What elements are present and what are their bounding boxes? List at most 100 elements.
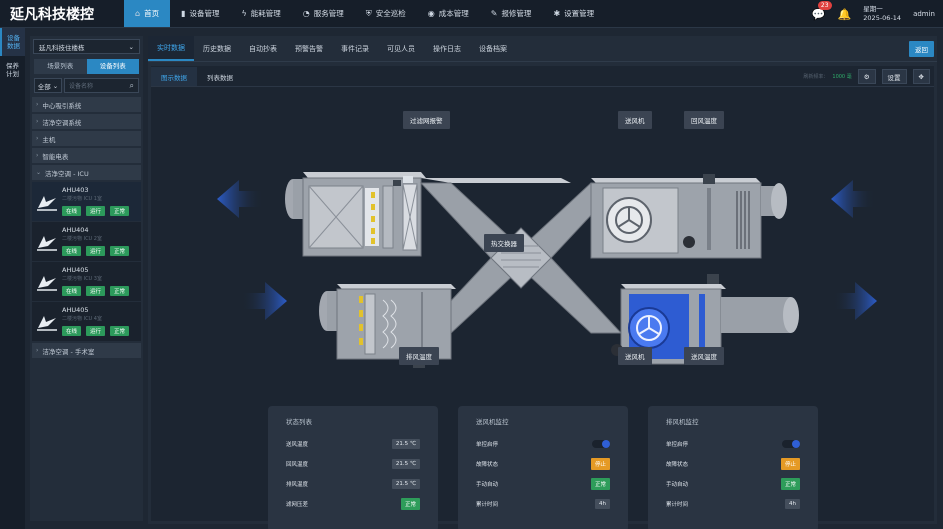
tab-auto-reading[interactable]: 自动抄表 [240,36,286,61]
list-item[interactable]: AHU405 二楼污物 ICU 4室 在线 运行 正常 [32,302,141,341]
heat-exchanger-label: 热交换器 [484,234,524,252]
tab-scene-list[interactable]: 场景列表 [34,59,87,74]
chevron-down-icon: ⌄ [128,42,134,51]
tab-realtime-data[interactable]: 实时数据 [148,36,194,61]
back-button[interactable]: 返回 [909,41,934,57]
chevron-right-icon: › [36,347,39,354]
status-badge: 在线 [62,246,82,256]
nav-item-service[interactable]: ◔ 服务管理 [292,0,355,27]
supply-temp-sensor-icon [707,274,719,284]
chevron-right-icon: › [36,118,39,125]
status-list-card: 状态列表 送风温度 21.5 ℃ 回风温度 21.5 ℃ 排风温度 21.5 ℃ 滤网… [268,406,438,529]
status-badge: 正常 [110,246,130,256]
tab-alarms[interactable]: 预警告警 [286,36,332,61]
outflow-arrow-left [217,180,263,218]
tree-group-expanded[interactable]: ⌄ 洁净空调 - ICU [32,165,141,180]
unit-name: AHU403 [62,186,89,194]
unit-name: AHU405 [62,306,89,314]
return-temp-value: 21.5 ℃ [391,459,420,469]
supply-temp-value: 21.5 ℃ [391,439,420,449]
filter-pressure-status: 正常 [400,498,420,510]
diagram-panel: 图示数据 列表数据 刷新频率： 1000 毫 ⚙ 设置 ✥ 过滤网报警 送风机 … [151,66,934,529]
status-badge: 正常 [110,206,130,216]
shield-icon: ⛨ [365,8,372,18]
exhaust-temp-value: 21.5 ℃ [391,479,420,489]
gear-icon[interactable]: ⚙ [857,69,876,84]
tree-group[interactable]: › 洁净空调 - 手术室 [32,343,141,358]
tab-device-archive[interactable]: 设备档案 [470,36,516,61]
search-input[interactable]: 设备名称 ⌕ [64,78,139,93]
inflow-arrow-left [241,282,287,320]
start-stop-toggle[interactable] [592,440,610,448]
chevron-right-icon: › [36,152,39,159]
main-tabs: 实时数据 历史数据 自动抄表 预警告警 事件记录 可见人员 操作日志 设备档案 [148,36,937,62]
settings-button[interactable]: 设置 [881,69,907,84]
nav-item-home[interactable]: ⌂ 首页 [124,0,171,27]
bell-icon[interactable]: 🔔 [838,8,852,21]
date-display: 星期一 2025-06-14 [863,5,901,23]
temp-sensor-icon [703,174,715,184]
tab-diagram-view[interactable]: 图示数据 [151,67,197,86]
wrench-icon: ✎ [490,9,498,18]
refresh-rate-label: 刷新频率： 1000 毫 [803,74,852,80]
tab-event-log[interactable]: 事件记录 [332,36,378,61]
tab-history-data[interactable]: 历史数据 [194,36,240,61]
top-bar: 延凡科技楼控 ⌂ 首页 ▮ 设备管理 ϟ 能耗管理 ◔ 服务管理 ⛨ 安全巡检 ◉ 成本管理… [0,0,943,28]
rail-item-maintenance-plan[interactable]: 保养 计划 [0,56,25,84]
message-button[interactable]: 💬 23 [812,0,832,21]
nav-item-device[interactable]: ▮ 设备管理 [170,0,230,27]
unit-location: 二楼污物 ICU 3室 [62,276,102,282]
supply-fan-bottom-label: 送风机 [618,347,652,365]
home-icon: ⌂ [135,9,141,18]
nav-item-security[interactable]: ⛨ 安全巡检 [355,0,417,27]
nav-item-settings[interactable]: ✱ 设置管理 [542,0,605,27]
fault-status-badge: 停止 [780,458,800,470]
main-panel: 实时数据 历史数据 自动抄表 预警告警 事件记录 可见人员 操作日志 设备档案 … [148,36,937,529]
main-nav: ⌂ 首页 ▮ 设备管理 ϟ 能耗管理 ◔ 服务管理 ⛨ 安全巡检 ◉ 成本管理 ✎ 报修管理 … [124,0,605,27]
fault-status-badge: 停止 [590,458,610,470]
settings-icon: ✱ [553,9,561,18]
mode-status-badge: 正常 [780,478,800,490]
filter-select[interactable]: 全部 ⌄ [34,78,62,93]
status-badge: 运行 [86,286,106,296]
list-item[interactable]: AHU404 二楼污物 ICU 2室 在线 运行 正常 [32,222,141,261]
tree-group[interactable]: › 洁净空调系统 [32,114,141,129]
status-badge: 运行 [86,246,106,256]
user-name[interactable]: admin [913,10,935,18]
rail-item-device-data[interactable]: 设备 数据 [0,28,25,56]
tree-group[interactable]: › 主机 [32,131,141,146]
cost-icon: ◉ [427,9,435,18]
status-badge: 正常 [110,326,130,336]
status-badge: 在线 [62,286,82,296]
nav-item-cost[interactable]: ◉ 成本管理 [417,0,480,27]
tab-visible-personnel[interactable]: 可见人员 [378,36,424,61]
device-side-panel: 延凡科技住楼栋 ⌄ 场景列表 设备列表 全部 ⌄ 设备名称 ⌕ › 中心吸引系统 … [30,36,143,521]
status-badge: 在线 [62,206,82,216]
supply-fan-monitor-card: 送风机监控 单控启停 故障状态 停止 手动自动 正常 累计时间 4h [458,406,628,529]
start-stop-toggle[interactable] [782,440,800,448]
unit-location: 二楼污物 ICU 2室 [62,236,102,242]
top-right-area: 💬 23 🔔 星期一 2025-06-14 admin [812,0,935,28]
nav-item-energy[interactable]: ϟ 能耗管理 [230,0,291,27]
tree-group[interactable]: › 智能电表 [32,148,141,163]
list-item[interactable]: AHU403 二楼污物 ICU 1室 在线 运行 正常 [32,182,141,221]
nav-item-repair[interactable]: ✎ 报修管理 [480,0,543,27]
runtime-value: 4h [595,499,610,509]
tab-operation-log[interactable]: 操作日志 [424,36,470,61]
filter-sensor-icon [403,176,413,183]
list-item[interactable]: AHU405 二楼污物 ICU 3室 在线 运行 正常 [32,262,141,301]
tab-list-view[interactable]: 列表数据 [197,67,243,86]
fan-unit-icon [32,262,62,301]
tab-device-list[interactable]: 设备列表 [86,59,139,74]
unit-location: 二楼污物 ICU 1室 [62,196,102,202]
chevron-down-icon: ⌄ [36,169,42,176]
building-select[interactable]: 延凡科技住楼栋 ⌄ [33,39,140,54]
status-badge: 在线 [62,326,82,336]
chevron-right-icon: › [36,135,39,142]
status-badge: 运行 [86,206,106,216]
unit-location: 二楼污物 ICU 4室 [62,316,102,322]
card-title: 排风机监控 [666,418,699,426]
tree-group[interactable]: › 中心吸引系统 [32,97,141,112]
message-count-badge: 23 [817,0,832,10]
move-icon[interactable]: ✥ [912,69,930,84]
